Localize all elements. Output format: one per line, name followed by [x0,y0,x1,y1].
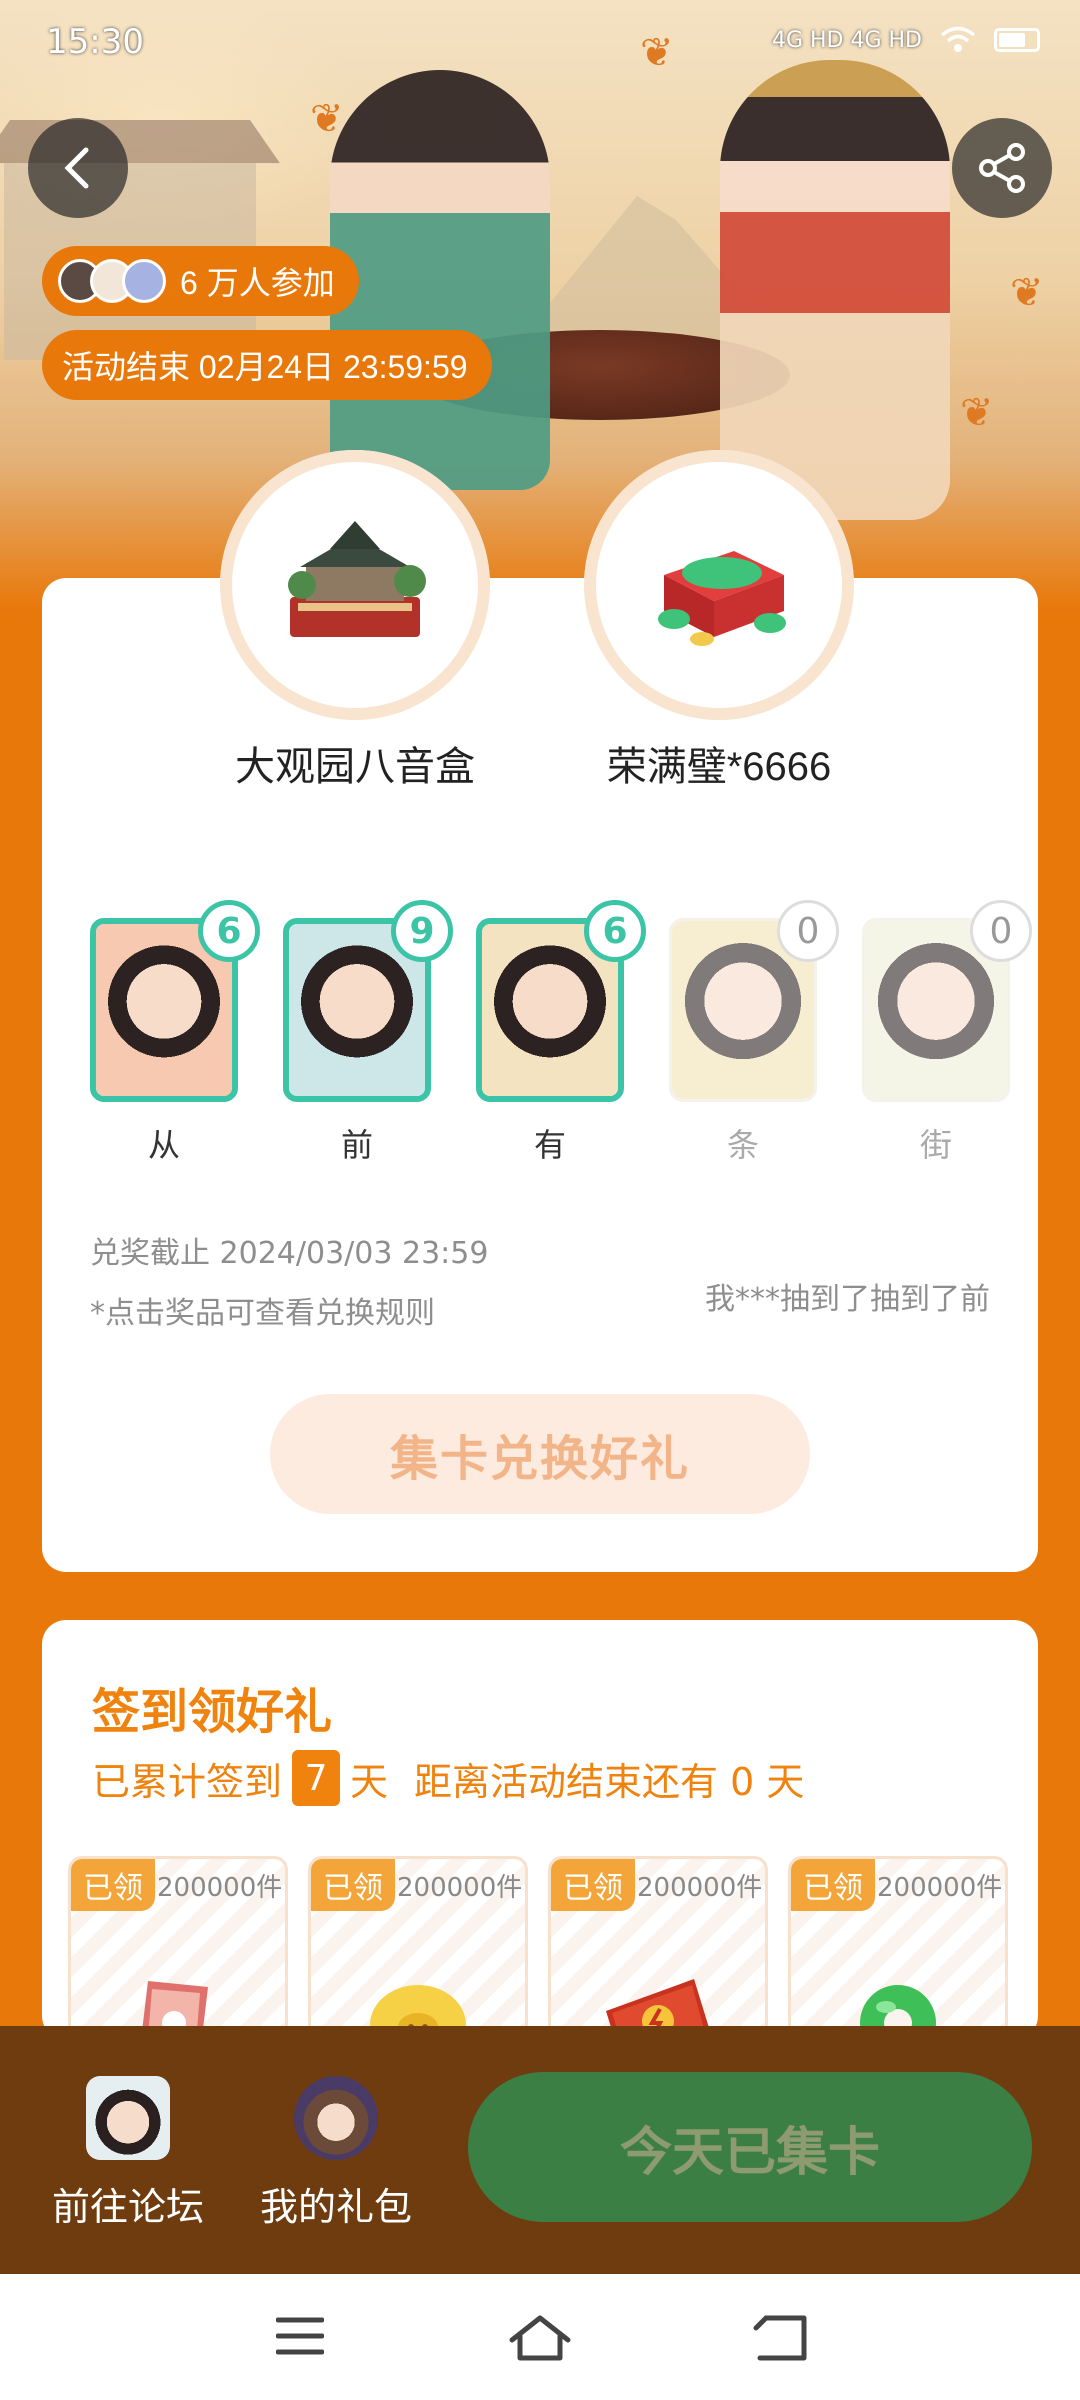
winner-ticker: 我***抽到了抽到了前 [705,1282,990,1317]
jade-gift-box-icon [658,551,786,646]
participant-avatars [58,259,166,303]
gift-item[interactable]: 已领 200000件 [68,1856,288,2040]
claimed-tag: 已领 [71,1859,155,1911]
back-button[interactable] [28,118,128,218]
checkin-remaining: 距离活动结束还有 0 天 [414,1759,805,1804]
home-icon[interactable] [508,2314,572,2362]
prize-music-box[interactable]: 大观园八音盒 [220,450,490,792]
end-time-text: 活动结束 02月24日 23:59:59 [62,349,468,385]
checkin-title: 签到领好礼 [92,1684,333,1740]
prize-ring [220,450,490,720]
maple-leaf-icon: ❦ [310,96,344,142]
checkin-panel: 签到领好礼 已累计签到 7 天 距离活动结束还有 0 天 已领 200000件 … [42,1620,1038,2040]
claimed-tag: 已领 [791,1859,875,1911]
gift-count: 200000件 [397,1873,523,1903]
my-gifts-label: 我的礼包 [259,2185,412,2229]
forum-link[interactable]: 前往论坛 [38,2076,218,2231]
status-bar: 15:30 4G HD 4G HD [0,0,1080,80]
prize-name: 大观园八音盒 [235,745,475,789]
wifi-icon [940,26,976,52]
checkin-prefix: 已累计签到 [92,1759,283,1804]
collect-card-3[interactable]: 0 条 [669,900,839,1166]
maple-leaf-icon: ❦ [1010,270,1044,316]
share-icon [979,143,1025,193]
collect-card-4[interactable]: 0 街 [862,900,1032,1166]
redeem-deadline: 兑奖截止 2024/03/03 23:59 [90,1236,489,1271]
forum-avatar-icon [86,2076,170,2160]
claimed-tag: 已领 [311,1859,395,1911]
rules-hint: *点击奖品可查看兑换规则 [90,1296,435,1331]
prize-ring [584,450,854,720]
card-count-badge: 6 [198,900,260,962]
avatar [122,259,166,303]
gift-item[interactable]: 已领 200000件 [548,1856,768,2040]
collect-card-1[interactable]: 9 前 [283,900,453,1166]
gift-count: 200000件 [157,1873,283,1903]
network-label: 4G HD 4G HD [771,27,922,53]
end-time-pill: 活动结束 02月24日 23:59:59 [42,330,492,400]
card-char-label: 条 [726,1126,759,1164]
status-icons: 4G HD 4G HD [772,26,1040,54]
collect-card-2[interactable]: 6 有 [476,900,646,1166]
music-box-icon [288,521,426,637]
gift-count: 200000件 [877,1873,1003,1903]
gift-item[interactable]: 已领 200000件 [308,1856,528,2040]
card-count-badge: 0 [777,900,839,962]
checkin-summary: 已累计签到 7 天 距离活动结束还有 0 天 [92,1750,804,1806]
card-char-label: 从 [147,1126,180,1164]
checkin-gifts: 已领 200000件 已领 200000件 已领 200000件 已领 2000… [68,1856,1008,2040]
participants-count: 6 万人参加 [180,265,335,301]
checkin-days: 7 [292,1750,341,1806]
system-navigation-bar [0,2274,1080,2400]
maple-leaf-icon: ❦ [960,390,994,436]
gift-item[interactable]: 已领 200000件 [788,1856,1008,2040]
collect-card-panel: 大观园八音盒 荣满璧*6666 6 从 9 前 6 有 0 条 0 街 兑奖截止… [42,450,1038,1572]
battery-icon [994,28,1040,52]
share-button[interactable] [952,118,1052,218]
claimed-tag: 已领 [551,1859,635,1911]
collect-cards-row: 6 从 9 前 6 有 0 条 0 街 [90,900,1032,1166]
exchange-button[interactable]: 集卡兑换好礼 [270,1394,810,1514]
my-gifts-link[interactable]: 我的礼包 [246,2076,426,2231]
gift-pack-avatar-icon [294,2076,378,2160]
checkin-suffix: 天 [350,1759,389,1804]
forum-label: 前往论坛 [51,2185,204,2229]
bottom-action-bar: 前往论坛 我的礼包 今天已集卡 [0,2026,1080,2274]
back-nav-icon[interactable] [752,2314,808,2362]
card-char-label: 有 [533,1126,566,1164]
collect-today-button[interactable]: 今天已集卡 [468,2072,1032,2222]
gift-count: 200000件 [637,1873,763,1903]
card-char-label: 前 [340,1126,373,1164]
lady-left-illustration [330,70,550,490]
card-count-badge: 0 [970,900,1032,962]
card-count-badge: 9 [391,900,453,962]
status-time: 15:30 [46,22,144,62]
prize-name: 荣满璧*6666 [606,745,832,789]
collect-card-0[interactable]: 6 从 [90,900,260,1166]
card-count-badge: 6 [584,900,646,962]
prize-jade-box[interactable]: 荣满璧*6666 [584,450,854,792]
card-char-label: 街 [919,1126,952,1164]
menu-icon[interactable] [276,2314,324,2358]
participants-pill: 6 万人参加 [42,246,359,316]
chevron-left-icon [64,147,89,189]
